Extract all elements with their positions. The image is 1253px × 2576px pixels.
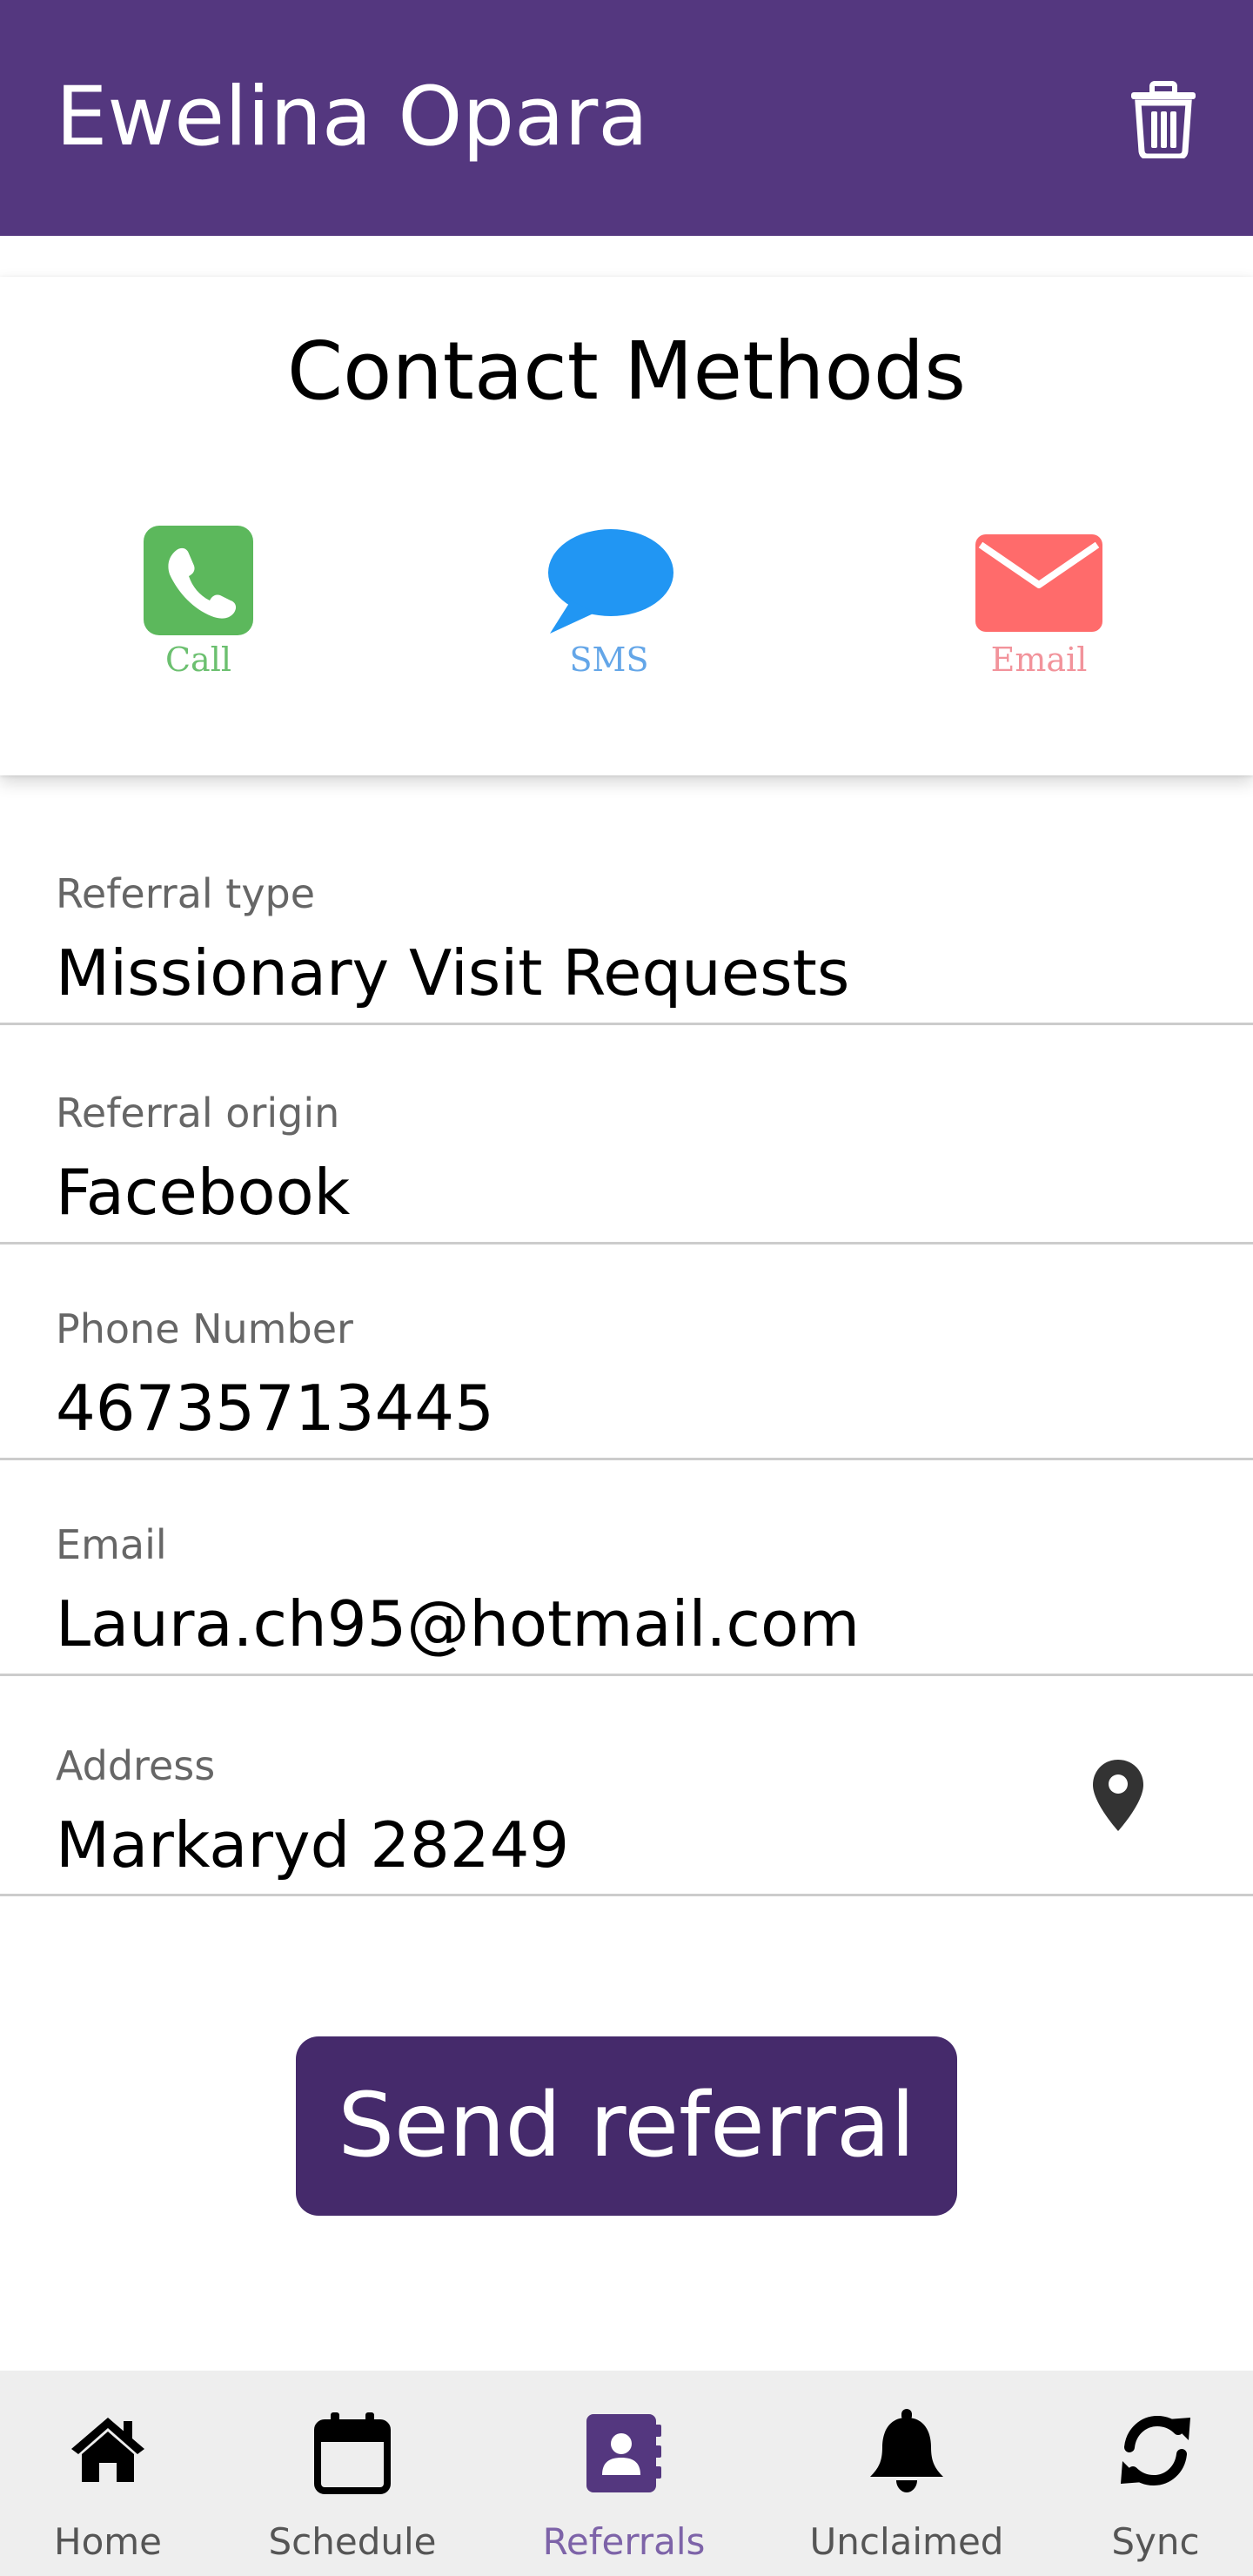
email-field-label: Email — [56, 1521, 167, 1568]
app-bar: Ewelina Opara — [0, 0, 1253, 236]
envelope-icon — [975, 534, 1102, 632]
page-title: Ewelina Opara — [56, 70, 648, 164]
email-field[interactable]: Email Laura.ch95@hotmail.com — [0, 1460, 1253, 1676]
contact-methods-heading: Contact Methods — [286, 325, 967, 418]
bell-icon — [867, 2407, 947, 2498]
home-icon — [68, 2414, 148, 2487]
tab-sync[interactable]: Sync — [1079, 2371, 1232, 2576]
bottom-tab-bar: Home Schedule Referrals Unclaimed Sync — [0, 2371, 1253, 2576]
sms-button[interactable]: SMS — [522, 526, 696, 679]
referral-type-value: Missionary Visit Requests — [56, 936, 850, 1010]
tab-referrals-label: Referrals — [542, 2520, 706, 2563]
phone-number-label: Phone Number — [56, 1305, 353, 1352]
tab-sync-label: Sync — [1111, 2520, 1200, 2563]
tab-schedule-label: Schedule — [268, 2520, 437, 2563]
referral-origin-label: Referral origin — [56, 1090, 340, 1137]
chat-bubble-icon — [548, 529, 673, 634]
tab-unclaimed-label: Unclaimed — [809, 2520, 1004, 2563]
email-button[interactable]: Email — [952, 526, 1126, 679]
contact-book-icon — [585, 2412, 663, 2498]
tab-home[interactable]: Home — [21, 2371, 195, 2576]
phone-number-value: 46735713445 — [56, 1372, 494, 1445]
address-label: Address — [56, 1742, 216, 1789]
call-button[interactable]: Call — [129, 526, 268, 679]
calendar-icon — [313, 2411, 392, 2498]
address-field[interactable]: Address Markaryd 28249 — [0, 1676, 1253, 1896]
send-referral-button[interactable]: Send referral — [296, 2036, 957, 2216]
call-label: Call — [164, 641, 232, 679]
email-label: Email — [990, 641, 1088, 679]
tab-schedule[interactable]: Schedule — [261, 2371, 444, 2576]
referral-type-field[interactable]: Referral type Missionary Visit Requests — [0, 835, 1253, 1025]
contact-methods-card: Contact Methods Call SMS Email — [0, 277, 1253, 775]
sync-icon — [1117, 2412, 1194, 2492]
referral-origin-value: Facebook — [56, 1156, 351, 1229]
sms-label: SMS — [569, 641, 649, 679]
referral-origin-field[interactable]: Referral origin Facebook — [0, 1025, 1253, 1244]
phone-number-field[interactable]: Phone Number 46735713445 — [0, 1244, 1253, 1460]
phone-icon — [144, 526, 253, 635]
tab-home-label: Home — [53, 2520, 163, 2563]
map-pin-icon[interactable] — [1091, 1758, 1145, 1833]
referral-type-label: Referral type — [56, 870, 316, 917]
tab-unclaimed[interactable]: Unclaimed — [783, 2371, 1030, 2576]
trash-icon[interactable] — [1128, 80, 1199, 160]
tab-referrals[interactable]: Referrals — [527, 2371, 720, 2576]
email-field-value: Laura.ch95@hotmail.com — [56, 1587, 861, 1660]
address-value: Markaryd 28249 — [56, 1808, 570, 1882]
